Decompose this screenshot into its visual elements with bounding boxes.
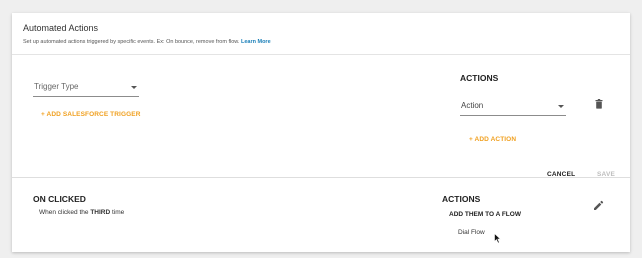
section-divider: [12, 177, 630, 178]
trigger-title: ON CLICKED: [33, 194, 86, 204]
pencil-icon[interactable]: [593, 200, 604, 211]
desc-bold: THIRD: [90, 209, 111, 216]
caret-down-icon: [558, 105, 564, 108]
add-action-button[interactable]: + ADD ACTION: [469, 136, 516, 143]
desc-suffix: time: [110, 209, 125, 216]
action-editor: Trigger Type + ADD SALESFORCE TRIGGER AC…: [12, 55, 630, 178]
caret-down-icon: [131, 86, 137, 89]
flow-name: Dial Flow: [458, 229, 485, 236]
trash-icon[interactable]: [595, 99, 603, 109]
automated-actions-card: Automated Actions Set up automated actio…: [12, 13, 630, 252]
trigger-description: When clicked the THIRD time: [39, 209, 124, 216]
action-label: Action: [461, 101, 484, 110]
trigger-type-label: Trigger Type: [34, 82, 79, 91]
add-salesforce-trigger-button[interactable]: + ADD SALESFORCE TRIGGER: [41, 111, 141, 118]
rule-action-title: ADD THEM TO A FLOW: [449, 211, 521, 218]
card-title: Automated Actions: [23, 23, 99, 33]
desc-prefix: When clicked the: [39, 209, 91, 216]
card-header: Automated Actions Set up automated actio…: [12, 13, 630, 55]
actions-heading: ACTIONS: [460, 73, 499, 83]
trigger-type-select[interactable]: Trigger Type: [33, 82, 139, 97]
learn-more-link[interactable]: Learn More: [241, 39, 271, 45]
mouse-pointer-icon: [494, 233, 502, 244]
subtitle-text: Set up automated actions triggered by sp…: [23, 39, 240, 45]
rule-actions-heading: ACTIONS: [442, 194, 481, 204]
card-subtitle: Set up automated actions triggered by sp…: [23, 39, 271, 45]
action-select[interactable]: Action: [460, 101, 566, 116]
